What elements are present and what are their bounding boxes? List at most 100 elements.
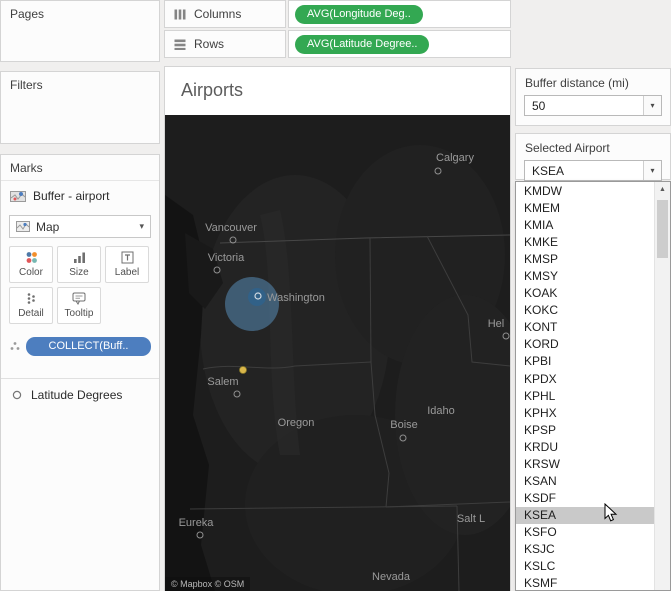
size-button[interactable]: Size <box>57 246 101 283</box>
airport-option-kmia[interactable]: KMIA <box>516 217 655 234</box>
map-layer-icon <box>10 190 26 202</box>
airport-option-kmsy[interactable]: KMSY <box>516 268 655 285</box>
pages-shelf[interactable]: Pages <box>0 0 160 62</box>
size-label: Size <box>69 267 89 278</box>
label-button[interactable]: Label <box>105 246 149 283</box>
airport-option-kslc[interactable]: KSLC <box>516 558 655 575</box>
map-canvas[interactable]: Calgary Vancouver Victoria Washington Salem O… <box>165 115 510 591</box>
filters-shelf[interactable]: Filters <box>0 71 160 144</box>
color-icon <box>26 252 37 263</box>
selected-airport-title: Selected Airport <box>525 141 610 155</box>
airport-option-kont[interactable]: KONT <box>516 319 655 336</box>
airport-option-ksan[interactable]: KSAN <box>516 473 655 490</box>
airport-option-kmsp[interactable]: KMSP <box>516 251 655 268</box>
latitude-field-label: Latitude Degrees <box>31 388 123 402</box>
map-label-nevada: Nevada <box>372 571 410 583</box>
airport-option-kphl[interactable]: KPHL <box>516 388 655 405</box>
rows-shelf-text: Rows <box>194 37 225 51</box>
rows-shelf-label: Rows <box>164 30 286 58</box>
collect-pill[interactable]: COLLECT(Buff.. <box>26 337 151 356</box>
map-label-vancouver: Vancouver <box>205 222 257 234</box>
airport-option-kpbi[interactable]: KPBI <box>516 353 655 370</box>
airport-dropdown-arrow-icon[interactable]: ▾ <box>643 161 661 180</box>
marks-panel: Marks Buffer - airport Map ▾ Color Size … <box>0 154 160 591</box>
airport-option-ksjc[interactable]: KSJC <box>516 541 655 558</box>
columns-shelf-label: Columns <box>164 0 286 28</box>
rows-icon <box>174 39 186 50</box>
text-label-icon <box>121 251 133 264</box>
airport-option-ksmf[interactable]: KSMF <box>516 575 655 590</box>
detail-button[interactable]: Detail <box>9 287 53 324</box>
columns-pill[interactable]: AVG(Longitude Deg.. <box>295 4 423 24</box>
mark-type-value: Map <box>36 219 60 234</box>
map-attribution: © Mapbox © OSM <box>165 577 251 591</box>
buffer-dropdown-arrow-icon[interactable]: ▾ <box>643 96 661 115</box>
pages-title: Pages <box>10 7 45 21</box>
map-mark-icon <box>16 221 30 232</box>
selected-airport-value: KSEA <box>532 164 565 178</box>
map-label-saltl: Salt L <box>456 513 486 525</box>
airport-option-kmdw[interactable]: KMDW <box>516 183 655 200</box>
rows-shelf[interactable]: AVG(Latitude Degree.. <box>288 30 511 58</box>
airport-option-kord[interactable]: KORD <box>516 336 655 353</box>
map-label-calgary: Calgary <box>436 152 474 164</box>
selected-airport-combobox[interactable]: KSEA ▾ <box>524 160 662 181</box>
rows-pill[interactable]: AVG(Latitude Degree.. <box>295 34 430 54</box>
color-label: Color <box>19 267 43 278</box>
map-worksheet: Airports Calgary Vancouver Victoria Wash… <box>164 66 511 591</box>
chevron-down-icon: ▾ <box>139 221 144 231</box>
airport-option-krdu[interactable]: KRDU <box>516 439 655 456</box>
airport-dropdown-list: KMDW KMEM KMIA KMKE KMSP KMSY KOAK KOKC KONT KORD… <box>515 181 671 591</box>
airport-option-kokc[interactable]: KOKC <box>516 302 655 319</box>
map-label-victoria: Victoria <box>207 252 245 264</box>
selected-airport-param: Selected Airport KSEA ▾ <box>515 133 671 181</box>
mark-type-dropdown[interactable]: Map ▾ <box>9 215 151 238</box>
marks-title: Marks <box>1 155 159 181</box>
map-label-hel: Hel <box>487 318 505 330</box>
collect-pill-row: COLLECT(Buff.. <box>1 326 159 364</box>
map-label-boise: Boise <box>390 419 418 431</box>
circle-mark-icon <box>12 390 22 400</box>
columns-shelf[interactable]: AVG(Longitude Deg.. <box>288 0 511 28</box>
latitude-field-row[interactable]: Latitude Degrees <box>1 379 159 411</box>
columns-icon <box>174 9 186 19</box>
buffer-distance-param: Buffer distance (mi) 50 ▾ <box>515 68 671 126</box>
detail-label: Detail <box>18 308 44 319</box>
detail-icon <box>27 293 35 304</box>
airport-option-kphx[interactable]: KPHX <box>516 405 655 422</box>
marks-layer-name: Buffer - airport <box>33 189 110 203</box>
airport-option-kpdx[interactable]: KPDX <box>516 371 655 388</box>
airport-option-ksfo[interactable]: KSFO <box>516 524 655 541</box>
tooltip-button[interactable]: Tooltip <box>57 287 101 324</box>
highlighted-airport-point[interactable] <box>239 366 247 374</box>
map-label-salem: Salem <box>207 376 239 388</box>
map-label-washington: Washington <box>267 292 325 304</box>
filters-title: Filters <box>10 78 43 92</box>
map-label-oregon: Oregon <box>277 417 315 429</box>
color-button[interactable]: Color <box>9 246 53 283</box>
scroll-up-icon[interactable]: ▲ <box>655 182 670 197</box>
tooltip-label: Tooltip <box>64 308 94 319</box>
worksheet-title: Airports <box>181 80 244 100</box>
mouse-cursor-icon <box>604 503 618 522</box>
airport-option-kmke[interactable]: KMKE <box>516 234 655 251</box>
airport-list: KMDW KMEM KMIA KMKE KMSP KMSY KOAK KOKC KONT KORD… <box>516 183 655 590</box>
airport-option-kpsp[interactable]: KPSP <box>516 422 655 439</box>
buffer-inner-circle[interactable] <box>248 288 266 306</box>
airport-option-ksdf[interactable]: KSDF <box>516 490 655 507</box>
airport-option-kmem[interactable]: KMEM <box>516 200 655 217</box>
airport-option-krsw[interactable]: KRSW <box>516 456 655 473</box>
airport-option-koak[interactable]: KOAK <box>516 285 655 302</box>
marks-buttons: Color Size Label Detail Tooltip <box>1 238 159 326</box>
map-label-idaho: Idaho <box>427 405 455 417</box>
airport-list-scrollbar[interactable]: ▲ <box>654 182 670 590</box>
size-icon <box>73 252 85 263</box>
marks-layer-row[interactable]: Buffer - airport <box>1 181 159 209</box>
scroll-thumb[interactable] <box>657 200 668 258</box>
columns-shelf-text: Columns <box>194 7 242 21</box>
tableau-workspace: Pages Filters Marks Buffer - airport Map… <box>0 0 671 591</box>
airport-option-ksea[interactable]: KSEA <box>516 506 655 524</box>
tooltip-icon <box>72 292 86 305</box>
label-label: Label <box>114 267 140 278</box>
buffer-distance-combobox[interactable]: 50 ▾ <box>524 95 662 116</box>
